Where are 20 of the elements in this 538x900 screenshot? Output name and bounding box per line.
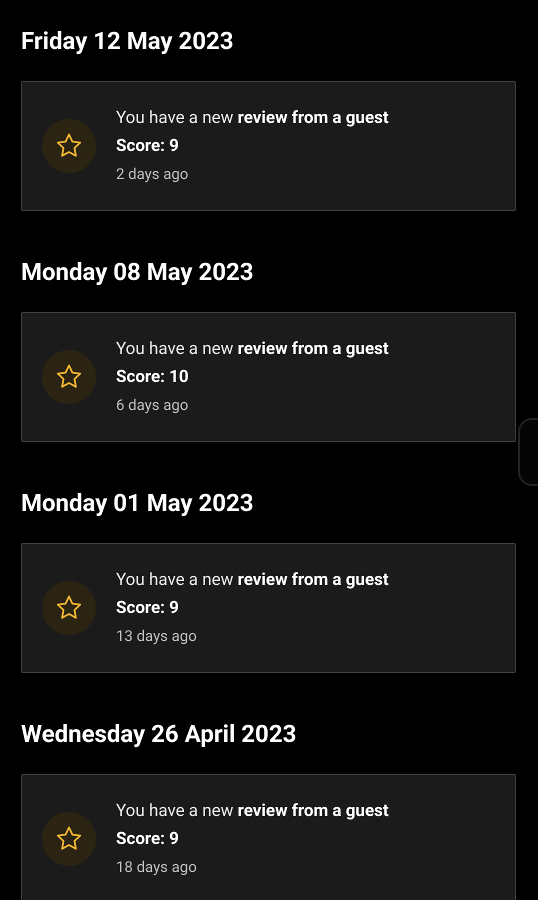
- notification-card[interactable]: You have a new review from a guest Score: 10 6 days ago: [21, 312, 516, 442]
- score-text: Score: 9: [116, 597, 179, 620]
- notification-message: You have a new review from a guest: [116, 569, 389, 592]
- score-text: Score: 9: [116, 135, 179, 158]
- notification-card[interactable]: You have a new review from a guest Score: 9 13 days ago: [21, 543, 516, 673]
- timestamp: 6 days ago: [116, 395, 188, 416]
- timestamp: 13 days ago: [116, 626, 197, 647]
- date-heading: Wednesday 26 April 2023: [21, 719, 296, 749]
- notification-message: You have a new review from a guest: [116, 107, 389, 130]
- date-heading: Monday 01 May 2023: [21, 488, 254, 518]
- notification-message: You have a new review from a guest: [116, 800, 389, 823]
- timestamp: 2 days ago: [116, 164, 188, 185]
- notification-card[interactable]: You have a new review from a guest Score: 9 18 days ago: [21, 774, 516, 900]
- date-heading: Friday 12 May 2023: [21, 26, 234, 56]
- notification-card[interactable]: You have a new review from a guest Score: 9 2 days ago: [21, 81, 516, 211]
- score-text: Score: 9: [116, 828, 179, 851]
- date-heading: Monday 08 May 2023: [21, 257, 254, 287]
- timestamp: 18 days ago: [116, 857, 197, 878]
- score-text: Score: 10: [116, 366, 189, 389]
- notification-message: You have a new review from a guest: [116, 338, 389, 361]
